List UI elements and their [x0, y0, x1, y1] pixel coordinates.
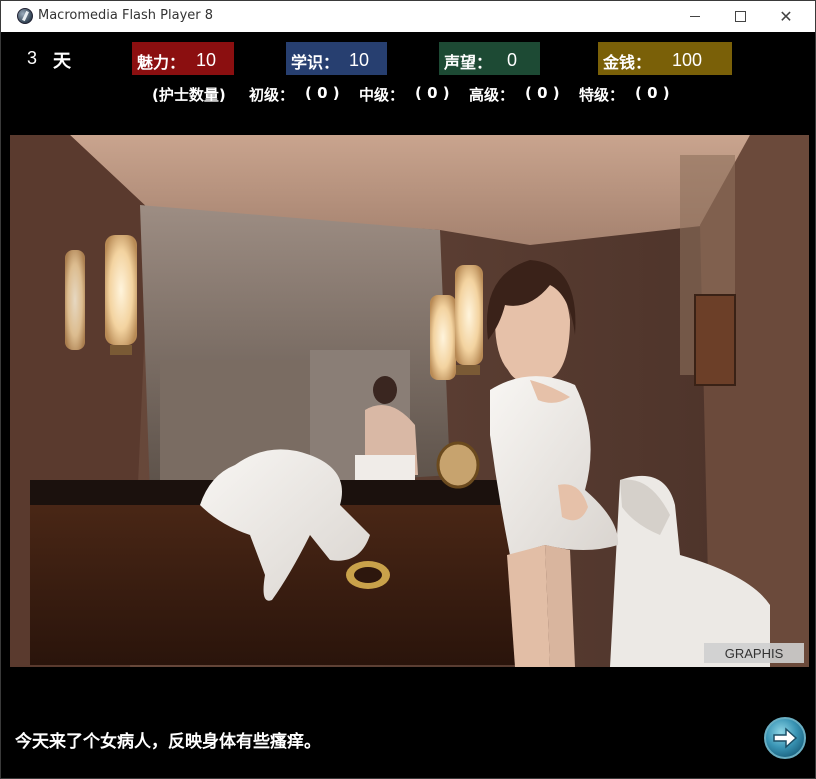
next-button[interactable] — [764, 717, 806, 759]
special-nurse-value: ( 0 ) — [635, 84, 670, 102]
money-stat: 金钱： 100 — [598, 42, 732, 75]
title-bar: Macromedia Flash Player 8 ✕ — [1, 1, 815, 32]
knowledge-stat: 学识： 10 — [286, 42, 387, 75]
intermediate-nurse-label: 中级： — [359, 86, 405, 104]
minimize-button[interactable] — [672, 1, 718, 32]
maximize-button[interactable] — [717, 1, 763, 32]
beginner-nurse-value: ( 0 ) — [305, 84, 340, 102]
nurse-count-row: (护士数量) 初级： ( 0 ) 中级： ( 0 ) 高级： ( 0 ) 特级：… — [9, 84, 809, 108]
window-title: Macromedia Flash Player 8 — [38, 8, 214, 23]
arrow-right-icon — [773, 727, 798, 749]
day-counter: 3 — [27, 48, 38, 68]
close-button[interactable]: ✕ — [763, 1, 809, 32]
scene-image: GRAPHIS — [10, 135, 809, 667]
advanced-nurse-value: ( 0 ) — [525, 84, 560, 102]
money-value: 100 — [672, 50, 703, 70]
knowledge-value: 10 — [349, 50, 370, 70]
fame-stat: 声望： 0 — [439, 42, 540, 75]
flash-player-window: Macromedia Flash Player 8 ✕ 3 天 魅力： 10 学… — [0, 0, 816, 779]
close-icon: ✕ — [779, 6, 793, 26]
charm-stat: 魅力： 10 — [132, 42, 234, 75]
nurse-count-title: (护士数量) — [152, 86, 226, 104]
fame-label: 声望： — [444, 53, 493, 72]
fame-value: 0 — [507, 50, 518, 70]
beginner-nurse-label: 初级： — [249, 86, 295, 104]
flash-player-icon — [17, 8, 33, 24]
minimize-icon — [690, 16, 700, 17]
game-stage: 3 天 魅力： 10 学识： 10 声望： 0 金钱： 100 (护士数量) 初… — [9, 33, 809, 773]
day-unit-label: 天 — [53, 51, 71, 72]
money-label: 金钱： — [603, 53, 652, 72]
charm-value: 10 — [196, 50, 217, 70]
bathroom-scene-illustration: GRAPHIS — [10, 135, 809, 667]
special-nurse-label: 特级： — [579, 86, 625, 104]
dialog-message: 今天来了个女病人，反映身体有些瘙痒。 — [15, 732, 321, 752]
watermark-text: GRAPHIS — [725, 646, 784, 661]
advanced-nurse-label: 高级： — [469, 86, 515, 104]
maximize-icon — [734, 11, 746, 22]
intermediate-nurse-value: ( 0 ) — [415, 84, 450, 102]
charm-label: 魅力： — [137, 53, 186, 72]
knowledge-label: 学识： — [291, 53, 340, 72]
